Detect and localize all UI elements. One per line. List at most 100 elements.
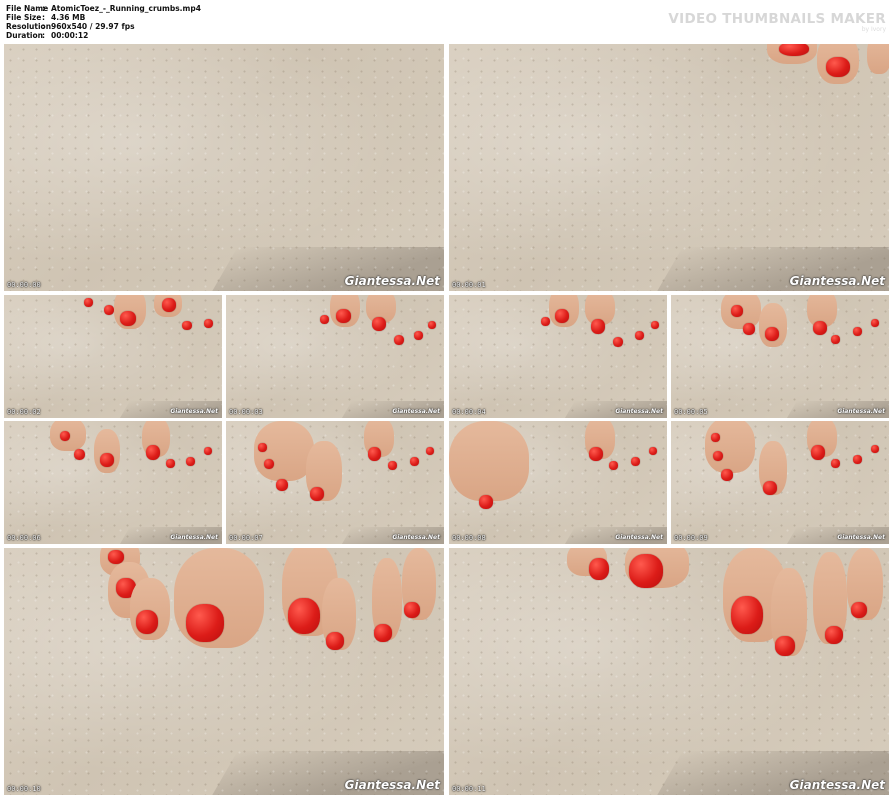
duration-row: Duration: 00:00:12	[6, 31, 88, 40]
duration-value: 00:00:12	[51, 31, 89, 40]
toenail-shape	[288, 598, 320, 634]
toe-shape	[867, 44, 889, 74]
toenail-shape	[541, 317, 550, 326]
thumbnail-frame[interactable]: 00:00:04 Giantessa.Net	[449, 295, 667, 418]
watermark-label: Giantessa.Net	[837, 408, 885, 415]
timestamp-label: 00:00:11	[452, 785, 486, 793]
thumbnail-frame[interactable]: 00:00:06 Giantessa.Net	[4, 421, 222, 544]
watermark-label: Giantessa.Net	[170, 408, 218, 415]
toenail-shape	[871, 445, 879, 453]
thumbnail-frame[interactable]: 00:00:07 Giantessa.Net	[226, 421, 444, 544]
thumbnail-frame[interactable]: 00:00:03 Giantessa.Net	[226, 295, 444, 418]
toenail-shape	[743, 323, 755, 335]
toenail-shape	[555, 309, 569, 323]
toenail-shape	[779, 44, 809, 56]
toenail-shape	[74, 449, 85, 460]
toenail-shape	[84, 298, 93, 307]
timestamp-label: 00:00:07	[229, 534, 263, 542]
file-name-value: AtomicToez_-_Running_crumbs.mp4	[51, 4, 201, 13]
toenail-shape	[763, 481, 777, 495]
file-size-sep: :	[42, 13, 45, 22]
toenail-shape	[811, 445, 825, 460]
toenail-shape	[479, 495, 493, 509]
toenail-shape	[609, 461, 618, 470]
thumbnail-frame[interactable]: 00:00:08 Giantessa.Net	[449, 421, 667, 544]
toenail-shape	[731, 305, 743, 317]
toenail-shape	[186, 457, 195, 466]
timestamp-label: 00:00:10	[7, 785, 41, 793]
toenail-shape	[871, 319, 879, 327]
thumbnail-frame[interactable]: 00:00:05 Giantessa.Net	[671, 295, 889, 418]
toenail-shape	[276, 479, 288, 491]
toenail-shape	[831, 459, 840, 468]
toenail-shape	[162, 298, 176, 312]
brand-title: VIDEO THUMBNAILS MAKER	[668, 11, 886, 27]
toenail-shape	[404, 602, 420, 618]
watermark-label: Giantessa.Net	[789, 274, 885, 288]
toenail-shape	[826, 57, 850, 77]
file-size-value: 4.36 MB	[51, 13, 86, 22]
timestamp-label: 00:00:04	[452, 408, 486, 416]
toe-shape	[449, 421, 529, 501]
toenail-shape	[613, 337, 623, 347]
resolution-sep: :	[42, 22, 45, 31]
toenail-shape	[589, 558, 609, 580]
timestamp-label: 00:00:02	[7, 408, 41, 416]
watermark-label: Giantessa.Net	[789, 778, 885, 792]
resolution-label: Resolution	[6, 22, 52, 31]
toenail-shape	[372, 317, 386, 331]
file-size-label: File Size	[6, 13, 42, 22]
toe-shape	[705, 421, 755, 473]
duration-sep: :	[42, 31, 45, 40]
toenail-shape	[120, 311, 136, 326]
toenail-shape	[711, 433, 720, 442]
toenail-shape	[851, 602, 867, 618]
timestamp-label: 00:00:05	[674, 408, 708, 416]
toenail-shape	[310, 487, 324, 501]
thumbnail-frame[interactable]: 00:00:11 Giantessa.Net	[449, 548, 889, 795]
toenail-shape	[853, 327, 862, 336]
watermark-label: Giantessa.Net	[615, 408, 663, 415]
toenail-shape	[825, 626, 843, 644]
file-info-header: File Name: AtomicToez_-_Running_crumbs.mp…	[0, 0, 893, 44]
toenail-shape	[635, 331, 644, 340]
timestamp-label: 00:00:01	[452, 281, 486, 289]
thumbnail-frame[interactable]: 00:00:09 Giantessa.Net	[671, 421, 889, 544]
toenail-shape	[166, 459, 175, 468]
resolution-value: 960x540 / 29.97 fps	[51, 22, 135, 31]
toenail-shape	[182, 321, 192, 330]
toenail-shape	[589, 447, 603, 461]
watermark-label: Giantessa.Net	[392, 408, 440, 415]
toenail-shape	[713, 451, 723, 461]
watermark-label: Giantessa.Net	[837, 534, 885, 541]
timestamp-label: 00:00:08	[452, 534, 486, 542]
toenail-shape	[186, 604, 224, 642]
toenail-shape	[336, 309, 351, 323]
duration-label: Duration	[6, 31, 43, 40]
toenail-shape	[204, 319, 213, 328]
watermark-label: Giantessa.Net	[615, 534, 663, 541]
toenail-shape	[258, 443, 267, 452]
watermark-label: Giantessa.Net	[170, 534, 218, 541]
toenail-shape	[631, 457, 640, 466]
thumbnail-frame[interactable]: 00:00:10 Giantessa.Net	[4, 548, 444, 795]
toenail-shape	[853, 455, 862, 464]
toenail-shape	[629, 554, 663, 588]
toenail-shape	[426, 447, 434, 455]
timestamp-label: 00:00:09	[674, 534, 708, 542]
toenail-shape	[428, 321, 436, 329]
toenail-shape	[204, 447, 212, 455]
thumbnail-frame[interactable]: 00:00:01 Giantessa.Net	[449, 44, 889, 291]
toenail-shape	[136, 610, 158, 634]
toenail-shape	[414, 331, 423, 340]
file-size-row: File Size: 4.36 MB	[6, 13, 85, 22]
thumbnail-frame[interactable]: 00:00:02 Giantessa.Net	[4, 295, 222, 418]
toenail-shape	[731, 596, 763, 634]
toenail-shape	[388, 461, 397, 470]
brand-subtitle: by Ivory	[861, 26, 886, 33]
toenail-shape	[651, 321, 659, 329]
toenail-shape	[60, 431, 70, 441]
thumbnail-frame[interactable]: 00:00:00 Giantessa.Net	[4, 44, 444, 291]
toenail-shape	[410, 457, 419, 466]
watermark-label: Giantessa.Net	[344, 778, 440, 792]
